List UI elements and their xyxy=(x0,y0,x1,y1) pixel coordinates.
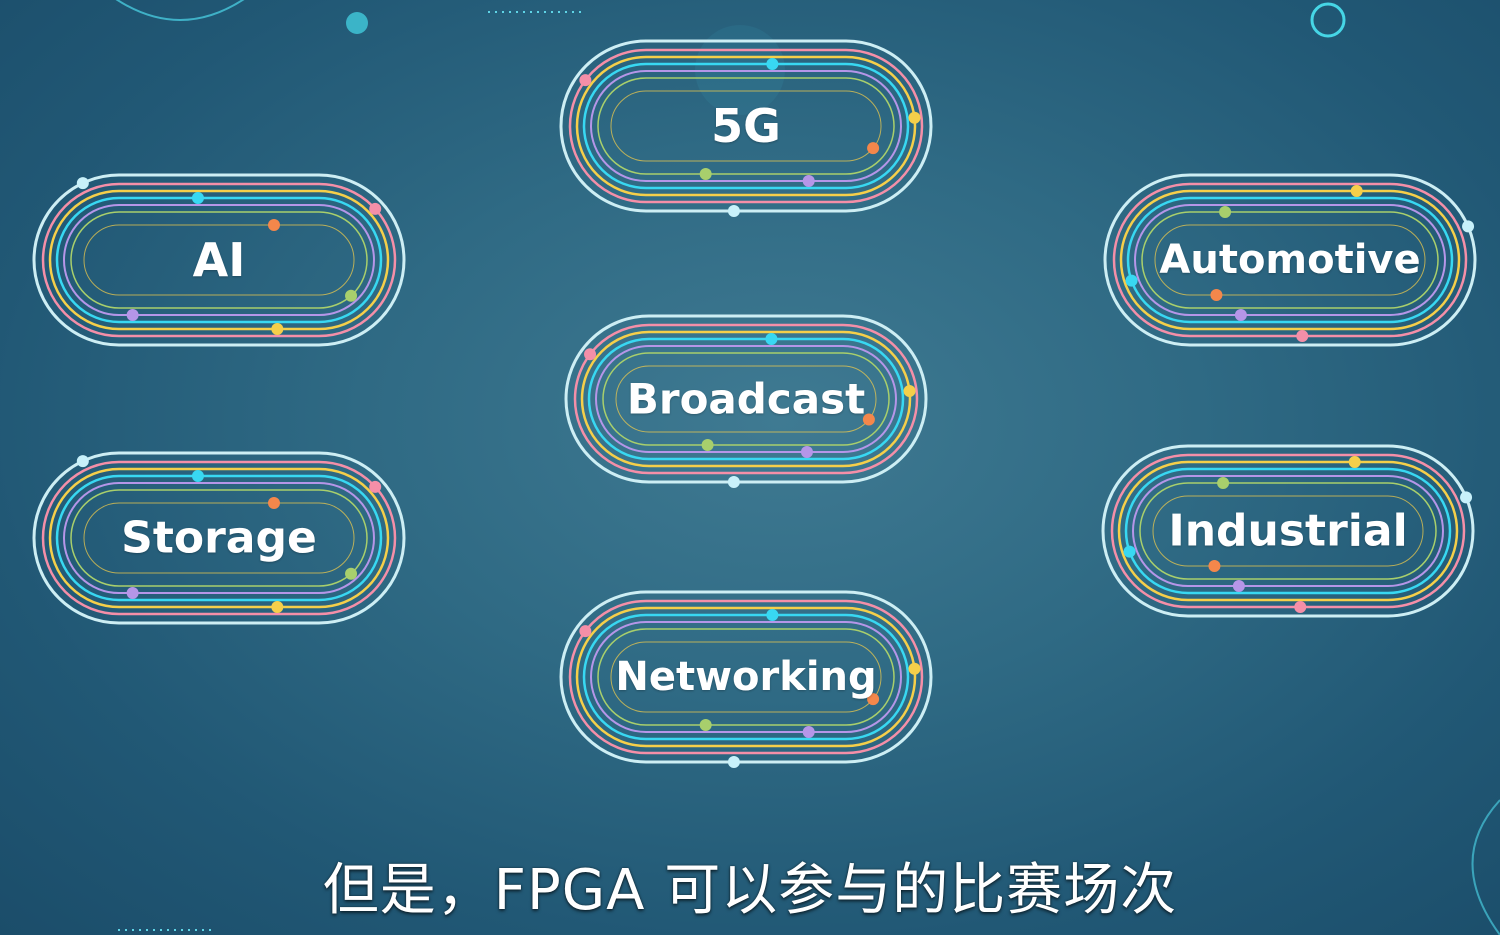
decor-dot-top-left xyxy=(346,12,368,34)
badge-dot xyxy=(1234,309,1247,321)
badge-dot xyxy=(1125,274,1138,287)
badge-dot xyxy=(1462,220,1475,233)
badge-dot xyxy=(345,289,358,302)
badge-dot xyxy=(1123,545,1136,558)
badge-dot xyxy=(126,587,139,599)
badge-label-industrial: Industrial xyxy=(1168,505,1408,557)
badge-dot xyxy=(369,480,382,493)
badge-dot xyxy=(579,74,592,87)
badge-dot xyxy=(1350,185,1363,197)
badge-dot xyxy=(1294,601,1307,613)
badge-dot xyxy=(1348,456,1361,468)
badge-dot xyxy=(76,177,89,190)
badge-label-automotive: Automotive xyxy=(1159,237,1421,283)
badge-dot xyxy=(1217,477,1230,489)
badge-dot xyxy=(191,470,204,482)
badge-label-5g: 5G xyxy=(711,99,781,153)
badge-dot xyxy=(699,719,712,731)
badge-dot xyxy=(765,333,778,345)
subtitle-caption: 但是，FPGA 可以参与的比赛场次 xyxy=(322,858,1178,923)
badge-dot xyxy=(191,192,204,204)
badge-dot xyxy=(766,58,779,70)
badge-label-broadcast: Broadcast xyxy=(626,374,866,424)
badge-dot xyxy=(271,323,284,335)
badge-dot xyxy=(1460,491,1473,504)
badge-dot xyxy=(1296,330,1309,342)
badge-dot xyxy=(802,726,815,738)
badge-dot xyxy=(126,309,139,321)
badge-dot xyxy=(271,601,284,613)
badge-dot xyxy=(699,168,712,180)
badge-dot xyxy=(727,476,740,488)
badge-dot xyxy=(579,625,592,638)
badge-dot xyxy=(76,455,89,468)
badge-dot xyxy=(1208,560,1221,572)
badge-dot xyxy=(727,205,740,217)
badge-dot xyxy=(701,439,714,451)
badge-dot xyxy=(802,175,815,187)
badge-dot xyxy=(345,567,358,580)
badge-label-ai: AI xyxy=(192,233,246,287)
badge-dot xyxy=(369,202,382,215)
decorations xyxy=(115,0,1500,935)
badge-dot xyxy=(267,497,280,509)
badge-dot xyxy=(903,385,916,398)
badge-dot xyxy=(267,219,280,231)
badge-dot xyxy=(1232,580,1245,592)
badge-dot xyxy=(1219,206,1232,218)
badge-dot xyxy=(800,446,813,458)
badge-dot xyxy=(727,756,740,768)
badge-dot xyxy=(908,111,921,124)
badge-dot xyxy=(1210,289,1223,301)
badge-dot xyxy=(867,142,880,155)
badge-dot xyxy=(584,348,597,361)
badge-dot xyxy=(766,609,779,621)
badge-dot xyxy=(908,662,921,675)
decor-arc-top-left xyxy=(115,0,245,21)
decor-ring-top-right xyxy=(1310,2,1346,38)
badge-label-storage: Storage xyxy=(121,512,317,564)
badge-label-networking: Networking xyxy=(615,654,877,700)
